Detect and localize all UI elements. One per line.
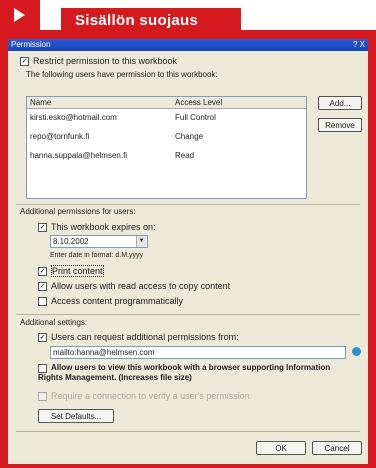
connect-label: Require a connection to verify a user's … [51,391,250,401]
dialog-title: Permission [11,40,51,49]
set-defaults-button[interactable]: Set Defaults... [38,409,114,423]
table-header: Name Access Level [27,97,306,109]
table-row[interactable]: repo@tornfunk.fi Change [27,130,306,144]
user-name: hanna.suppala@helmsen.fi [30,151,128,160]
expires-row[interactable]: ✓ This workbook expires on: [38,222,156,233]
restrict-label: Restrict permission to this workbook [33,56,178,66]
restrict-permission-row[interactable]: ✓ Restrict permission to this workbook [20,56,178,67]
request-email-input[interactable]: mailto:hanna@helmsen.com [50,346,346,359]
ok-button[interactable]: OK [256,441,306,455]
expires-label: This workbook expires on: [51,222,156,232]
user-access: Full Control [175,113,216,122]
view-browser-label: Allow users to view this workbook with a… [38,363,331,382]
copy-label: Allow users with read access to copy con… [51,281,231,291]
print-checkbox[interactable]: ✓ [38,267,47,277]
titlebar-buttons[interactable]: ? X [353,39,365,51]
add-button[interactable]: Add... [318,96,362,110]
request-label: Users can request additional permissions… [51,332,239,342]
play-arrow-icon [14,8,25,22]
programmatic-label: Access content programmatically [51,296,184,306]
chevron-down-icon[interactable]: ▼ [136,236,146,247]
request-row[interactable]: ✓ Users can request additional permission… [38,332,239,343]
additional-permissions-label: Additional permissions for users: [20,207,136,216]
user-name: kirsti.esko@hotmail.com [30,113,117,122]
copy-row[interactable]: ✓ Allow users with read access to copy co… [38,281,231,292]
user-access: Read [175,151,195,160]
users-caption: The following users have permission to t… [26,70,218,79]
view-browser-checkbox[interactable] [38,364,47,373]
expire-date-picker[interactable]: 8.10.2002 ▼ [50,235,148,248]
user-access: Change [175,132,204,141]
header-banner: Sisällön suojaus [0,0,376,34]
print-label: Print content [51,265,104,277]
table-row[interactable]: hanna.suppala@helmsen.fi Read [27,149,306,163]
divider [16,204,360,205]
column-header-access[interactable]: Access Level [175,97,222,108]
divider [16,314,360,315]
programmatic-row[interactable]: Access content programmatically [38,296,184,307]
column-header-name[interactable]: Name [30,97,51,108]
request-checkbox[interactable]: ✓ [38,333,47,343]
connect-row: Require a connection to verify a user's … [38,391,250,402]
address-book-icon[interactable] [352,347,361,356]
programmatic-checkbox[interactable] [38,297,47,307]
table-row[interactable]: kirsti.esko@hotmail.com Full Control [27,111,306,125]
banner-arrow-block [0,0,40,30]
remove-button[interactable]: Remove [318,118,362,132]
expires-checkbox[interactable]: ✓ [38,223,47,233]
restrict-checkbox[interactable]: ✓ [20,57,29,67]
divider [16,431,360,432]
additional-settings-label: Additional settings: [20,318,88,327]
connect-checkbox [38,392,47,402]
user-name: repo@tornfunk.fi [30,132,90,141]
dialog-titlebar: Permission ? X [8,39,368,51]
users-table: Name Access Level kirsti.esko@hotmail.co… [26,96,307,199]
expire-date-value: 8.10.2002 [53,237,89,246]
permission-dialog: Permission ? X ✓ Restrict permission to t… [8,39,368,464]
expire-date-note: Enter date in format: d.M.yyyy [50,252,143,259]
copy-checkbox[interactable]: ✓ [38,282,47,292]
cancel-button[interactable]: Cancel [312,441,362,455]
print-row[interactable]: ✓ Print content [38,265,104,277]
view-browser-row[interactable]: Allow users to view this workbook with a… [38,363,348,383]
